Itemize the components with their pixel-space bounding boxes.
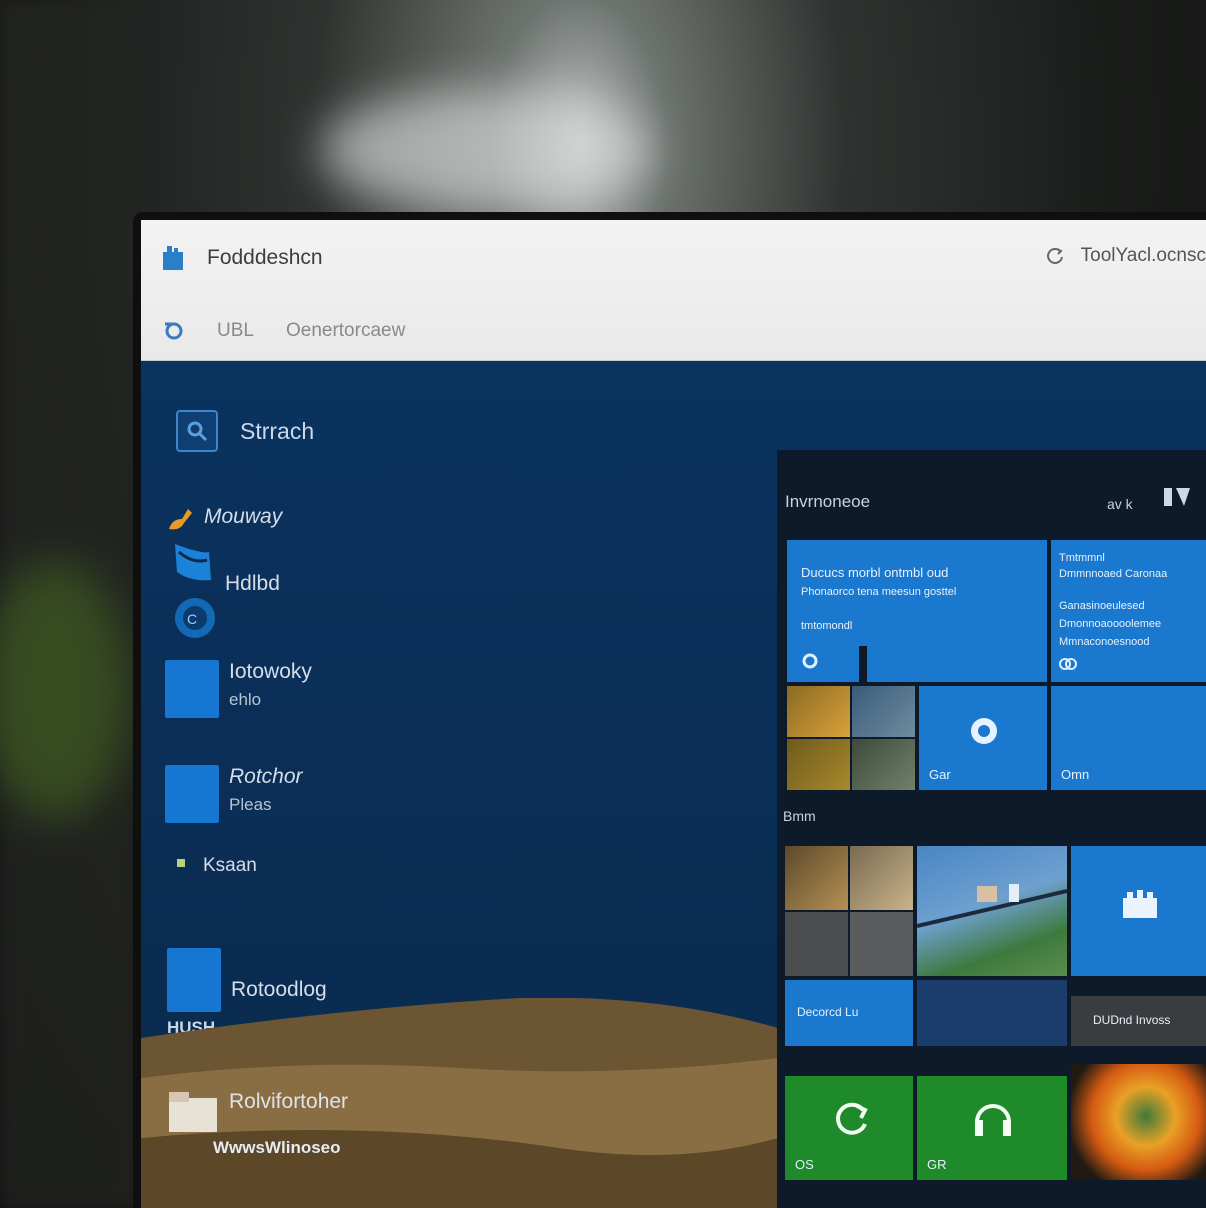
expand-icon[interactable] xyxy=(1162,486,1192,508)
address-bar: UBL Oenertorcaew xyxy=(163,320,405,342)
tile-store[interactable] xyxy=(1071,846,1206,976)
back-icon[interactable] xyxy=(163,320,185,342)
search-icon xyxy=(176,410,218,452)
menu-item-rotchor[interactable]: Rotchor Pleas xyxy=(165,765,303,823)
map-road xyxy=(917,884,1067,928)
tile-divider-mark xyxy=(859,646,867,682)
tile-mail-line: Dmonnoaoooolemee xyxy=(1059,618,1162,630)
photo-thumb xyxy=(852,686,915,737)
menu-item-label: Hdlbd xyxy=(225,572,280,595)
tile-group-title: Invrnoneoe xyxy=(785,492,871,511)
menu-item-hdlbd[interactable]: C Hdlbd xyxy=(171,542,280,642)
menu-item-sub: Pleas xyxy=(229,795,272,814)
tile-blank[interactable]: Omn xyxy=(1051,686,1206,790)
search-label: Strrach xyxy=(240,417,315,444)
titlebar-right-text[interactable]: ToolYacl.ocnsc xyxy=(1081,245,1206,267)
menu-item-label: Ksaan xyxy=(203,855,257,876)
folder-icon xyxy=(169,1092,217,1132)
svg-text:C: C xyxy=(187,611,197,627)
sync-icon xyxy=(836,1102,868,1135)
tile-empty[interactable] xyxy=(917,980,1067,1046)
spark-icon xyxy=(177,859,185,867)
tile-game[interactable] xyxy=(1071,1064,1206,1180)
camera-icon xyxy=(971,718,997,744)
menu-item-ksaan[interactable]: Ksaan xyxy=(175,855,257,877)
tile-mail-line: Ganasinoeulesed xyxy=(1059,600,1145,612)
tile-xbox-label: OS xyxy=(795,1157,814,1172)
tile-settings[interactable]: DUDnd Invoss xyxy=(1071,996,1206,1046)
tile-camera-label: Gar xyxy=(929,767,951,782)
menu-item-mouway[interactable]: Mouway xyxy=(166,505,282,533)
photo-thumb xyxy=(785,846,848,910)
photo-thumb xyxy=(852,739,915,790)
loop-icon xyxy=(1059,658,1077,670)
photo-thumb xyxy=(787,686,850,737)
window-titlebar: Fodddeshcn ToolYacl.ocnsc UBL Oenertorca… xyxy=(141,220,1206,361)
tile-settings-text: DUDnd Invoss xyxy=(1093,1013,1171,1027)
tile-news[interactable]: Ducucs morbl ontmbl oud Phonaorco tena m… xyxy=(787,540,1047,682)
tile-music-label: GR xyxy=(927,1157,947,1172)
tile-music[interactable]: GR xyxy=(917,1076,1067,1180)
tile-news-line: Phonaorco tena meesun gosttel xyxy=(801,586,957,598)
menu-item-rolvifortoher[interactable]: Rolvifortoher WwwsWlinoseo xyxy=(167,1090,348,1158)
menu-item-label: Rotchor xyxy=(229,765,303,788)
address-left-text[interactable]: UBL xyxy=(217,320,254,342)
menu-item-sub: ehlo xyxy=(229,690,262,709)
tile-group-right: av k xyxy=(1107,496,1133,512)
live-tiles-panel: Invrnoneoe av k Ducucs morbl ontmbl oud … xyxy=(777,450,1206,1208)
address-right-text[interactable]: Oenertorcaew xyxy=(286,320,405,342)
tile-news-line: Ducucs morbl ontmbl oud xyxy=(801,565,949,580)
tile-maps[interactable] xyxy=(917,846,1067,976)
chart-app-icon xyxy=(165,765,219,823)
brush-icon xyxy=(169,509,192,530)
refresh-icon[interactable] xyxy=(1045,246,1065,266)
tile-photos[interactable] xyxy=(787,686,915,790)
wave-app-icon: C xyxy=(175,544,215,638)
photo-thumb xyxy=(787,739,850,790)
photo-thumb xyxy=(850,846,913,910)
menu-item-label: Iotowoky xyxy=(229,660,312,683)
laptop-screen: Fodddeshcn ToolYacl.ocnsc UBL Oenertorca… xyxy=(133,212,1206,1208)
tile-docs-text: Decorcd Lu xyxy=(797,1005,859,1019)
tile-mail[interactable]: Tmtmmnl Dmmnnoaed Caronaa Ganasinoeulese… xyxy=(1051,540,1206,682)
titlebar-right: ToolYacl.ocnsc xyxy=(1045,245,1206,267)
tile-blank-label: Omn xyxy=(1061,767,1090,782)
window-title: Fodddeshcn xyxy=(207,246,323,269)
background-light-blur xyxy=(320,90,650,210)
tile-xbox[interactable]: OS xyxy=(785,1076,913,1180)
photo-thumb xyxy=(850,912,913,976)
tile-group-title: Bmm xyxy=(783,808,816,824)
menu-item-label: Rolvifortoher xyxy=(229,1090,349,1113)
tile-gallery[interactable] xyxy=(785,846,913,976)
gear-icon xyxy=(802,653,818,669)
tile-news-line: tmtomondl xyxy=(801,620,853,632)
start-search[interactable]: Strrach xyxy=(176,410,314,452)
tile-mail-line: Mmnaconoesnood xyxy=(1059,636,1150,648)
store-icon xyxy=(165,660,219,718)
photo-thumb xyxy=(785,912,848,976)
app-icon xyxy=(163,246,183,270)
store-bag-icon xyxy=(1123,890,1157,918)
menu-item-sub: WwwsWlinoseo xyxy=(213,1138,341,1157)
menu-item-iotowoky[interactable]: Iotowoky ehlo xyxy=(165,660,312,718)
headset-icon xyxy=(975,1104,1011,1136)
tile-mail-line: Dmmnnoaed Caronaa xyxy=(1059,568,1168,580)
tile-docs[interactable]: Decorcd Lu xyxy=(785,980,913,1046)
tile-mail-line: Tmtmmnl xyxy=(1059,552,1105,564)
tile-camera[interactable]: Gar xyxy=(919,686,1047,790)
desktop-display: Fodddeshcn ToolYacl.ocnsc UBL Oenertorca… xyxy=(141,220,1206,1208)
menu-item-label: Mouway xyxy=(204,505,283,528)
